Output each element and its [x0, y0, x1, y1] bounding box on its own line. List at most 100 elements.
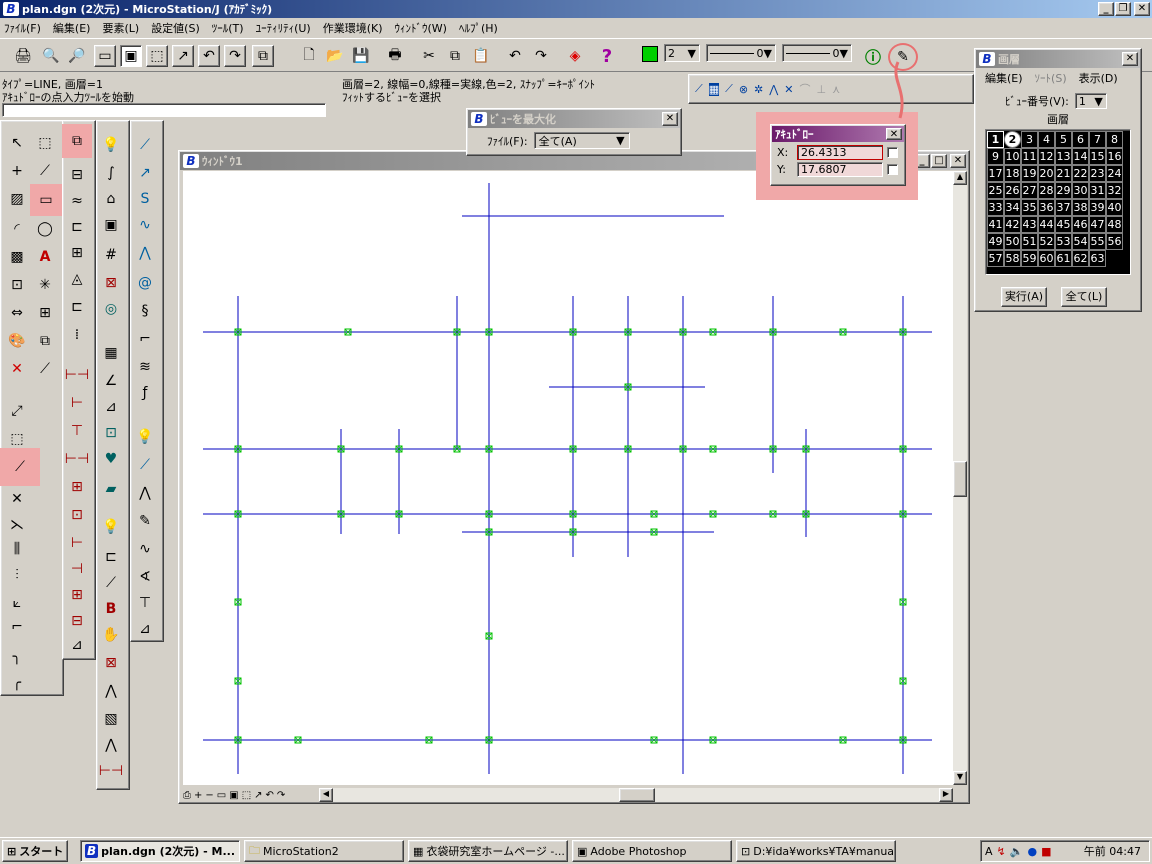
hscroll-thumb[interactable] — [619, 788, 655, 802]
place-line-tool-icon[interactable]: ⟋ — [0, 448, 40, 486]
level-cell[interactable]: 16 — [1106, 148, 1123, 165]
level-cell[interactable]: 14 — [1072, 148, 1089, 165]
levels-all-button[interactable]: 全て(L) — [1061, 287, 1107, 307]
fit-view-icon[interactable]: ▣ — [120, 45, 142, 67]
print-icon[interactable]: 🖨 — [12, 45, 34, 67]
level-cell[interactable]: 49 — [987, 233, 1004, 250]
snap-keypoint-icon[interactable]: ▦ — [708, 82, 720, 96]
menu-item[interactable]: ﾂｰﾙ(T) — [212, 20, 244, 36]
view-print-icon[interactable]: ⎙ — [183, 790, 191, 801]
level-cell[interactable]: 38 — [1072, 199, 1089, 216]
level-cell[interactable]: 7 — [1089, 131, 1106, 148]
level-cell[interactable]: 42 — [1004, 216, 1021, 233]
dim-chain-icon[interactable]: ⊞ — [64, 582, 90, 608]
level-cell[interactable]: 40 — [1106, 199, 1123, 216]
ime-icon[interactable]: A — [985, 845, 993, 858]
text-tool-icon[interactable]: A — [32, 244, 58, 270]
new-file-icon[interactable]: 🗋 — [298, 45, 320, 67]
level-cell[interactable]: 3 — [1021, 131, 1038, 148]
level-cell[interactable]: 51 — [1021, 233, 1038, 250]
transform-tool-icon[interactable]: ◬ — [64, 266, 90, 292]
rotate-view-icon[interactable]: ⬚ — [146, 45, 168, 67]
task-microstation2[interactable]: 🗀 MicroStation2 — [244, 840, 404, 862]
level-cell[interactable]: 30 — [1072, 182, 1089, 199]
slope-tool-icon[interactable]: ⊿ — [98, 394, 124, 420]
key-in-field[interactable] — [2, 103, 326, 117]
chevron2-tool-icon[interactable]: ⋀ — [98, 732, 124, 758]
task-photoshop[interactable]: ▣ Adobe Photoshop — [572, 840, 732, 862]
solid-tool-icon[interactable]: ▣ — [98, 212, 124, 238]
pan-view-icon[interactable]: ↗ — [172, 45, 194, 67]
fit-close-button[interactable]: ✕ — [662, 112, 678, 126]
copy-element-icon[interactable]: ⧉ — [32, 328, 58, 354]
snap-parallel-icon[interactable]: ⋏ — [832, 83, 840, 96]
printer-icon[interactable]: 🖶 — [384, 45, 406, 67]
fit-tool-icon[interactable]: ⤢ — [4, 398, 30, 424]
shape-tool-icon[interactable]: ⌂ — [98, 186, 124, 212]
view-pan-icon[interactable]: ↗ — [254, 790, 262, 801]
task-explorer[interactable]: ⊡ D:¥ida¥works¥TA¥manual... — [736, 840, 896, 862]
level-cell[interactable]: 12 — [1038, 148, 1055, 165]
security-icon[interactable]: ■ — [1041, 845, 1051, 858]
copy-view-icon[interactable]: ⧉ — [252, 45, 274, 67]
view-fit-icon[interactable]: ▣ — [229, 790, 238, 801]
view-maximize-button[interactable]: □ — [931, 154, 947, 168]
level-cell[interactable]: 4 — [1038, 131, 1055, 148]
menu-item[interactable]: ﾌｧｲﾙ(F) — [4, 20, 41, 36]
level-cell[interactable]: 55 — [1089, 233, 1106, 250]
level-cell[interactable]: 35 — [1021, 199, 1038, 216]
wave-tool-icon[interactable]: ≈ — [64, 188, 90, 214]
view-next-icon[interactable]: ↷ — [224, 45, 246, 67]
arc-tool-icon[interactable]: ◜ — [4, 216, 30, 242]
dimension-tool-icon[interactable]: ⊡ — [4, 272, 30, 298]
offset-tool-icon[interactable]: ⫶ — [4, 562, 30, 588]
level-cell[interactable]: 63 — [1089, 250, 1106, 267]
palette-tool-icon[interactable]: 🎨 — [4, 328, 30, 354]
snap-intersection-icon[interactable]: ✕ — [784, 83, 793, 96]
view-previous-icon[interactable]: ↶ — [198, 45, 220, 67]
smartline-tool-icon[interactable]: ⟋ — [32, 158, 58, 184]
scale-tool-icon[interactable]: ⊞ — [32, 300, 58, 326]
grid-tool-icon[interactable]: # — [98, 242, 124, 268]
level-select[interactable]: 2 ▼ — [664, 44, 700, 62]
view-next-icon[interactable]: ↷ — [277, 790, 285, 801]
task-plan[interactable]: B plan.dgn (2次元) - M... — [80, 840, 240, 862]
level-cell[interactable]: 27 — [1021, 182, 1038, 199]
angle2-tool-icon[interactable]: ∢ — [132, 564, 158, 590]
undo-icon[interactable]: ↶ — [504, 45, 526, 67]
level-cell[interactable]: 24 — [1106, 165, 1123, 182]
level-cell[interactable]: 2 — [1004, 131, 1021, 148]
fit-file-select[interactable]: 全て(A) ▼ — [533, 132, 630, 149]
trim-tool-icon[interactable]: ✕ — [4, 486, 30, 512]
chevron3-tool-icon[interactable]: ⋀ — [132, 480, 158, 506]
slash-tool-icon[interactable]: ⟋ — [98, 570, 124, 596]
zoom-in-icon[interactable]: 🔍 — [40, 45, 62, 67]
fence-tool-icon[interactable]: ⬚ — [32, 130, 58, 156]
level-cell[interactable]: 57 — [987, 250, 1004, 267]
level-cell[interactable]: 56 — [1106, 233, 1123, 250]
dim-text-icon[interactable]: ⊢⊣ — [98, 758, 124, 784]
level-cell[interactable]: 17 — [987, 165, 1004, 182]
spiral-tool-icon[interactable]: S — [132, 186, 158, 212]
circle-tool-icon[interactable]: ◯ — [32, 216, 58, 242]
task-homepage[interactable]: ▦ 衣袋研究室ホームページ -... — [408, 840, 568, 862]
cross-hatch-icon[interactable]: ⊠ — [98, 650, 124, 676]
dim-radius-icon[interactable]: ⊞ — [64, 474, 90, 500]
menu-item[interactable]: 編集(E) — [53, 20, 91, 36]
bend-tool-icon[interactable]: ⌐ — [132, 326, 158, 352]
hatch-cross-icon[interactable]: ⊠ — [98, 270, 124, 296]
accudraw-close-button[interactable]: ✕ — [886, 128, 902, 140]
level-cell[interactable]: 62 — [1072, 250, 1089, 267]
block-tool-icon[interactable]: ▰ — [98, 476, 124, 502]
modify-tool-icon[interactable]: ⊟ — [64, 162, 90, 188]
level-cell[interactable]: 60 — [1038, 250, 1055, 267]
menu-item[interactable]: ﾕｰﾃｨﾘﾃｨ(U) — [256, 20, 311, 36]
partial-tool-icon[interactable]: ⊏ — [64, 214, 90, 240]
dim-ordinate-icon[interactable]: ⊤ — [64, 418, 90, 444]
target-tool-icon[interactable]: ◎ — [98, 296, 124, 322]
level-cell[interactable]: 58 — [1004, 250, 1021, 267]
level-cell[interactable]: 34 — [1004, 199, 1021, 216]
dim-stack-icon[interactable]: ⊟ — [64, 608, 90, 634]
b-tool-icon[interactable]: B — [98, 596, 124, 622]
level-cell[interactable]: 61 — [1055, 250, 1072, 267]
